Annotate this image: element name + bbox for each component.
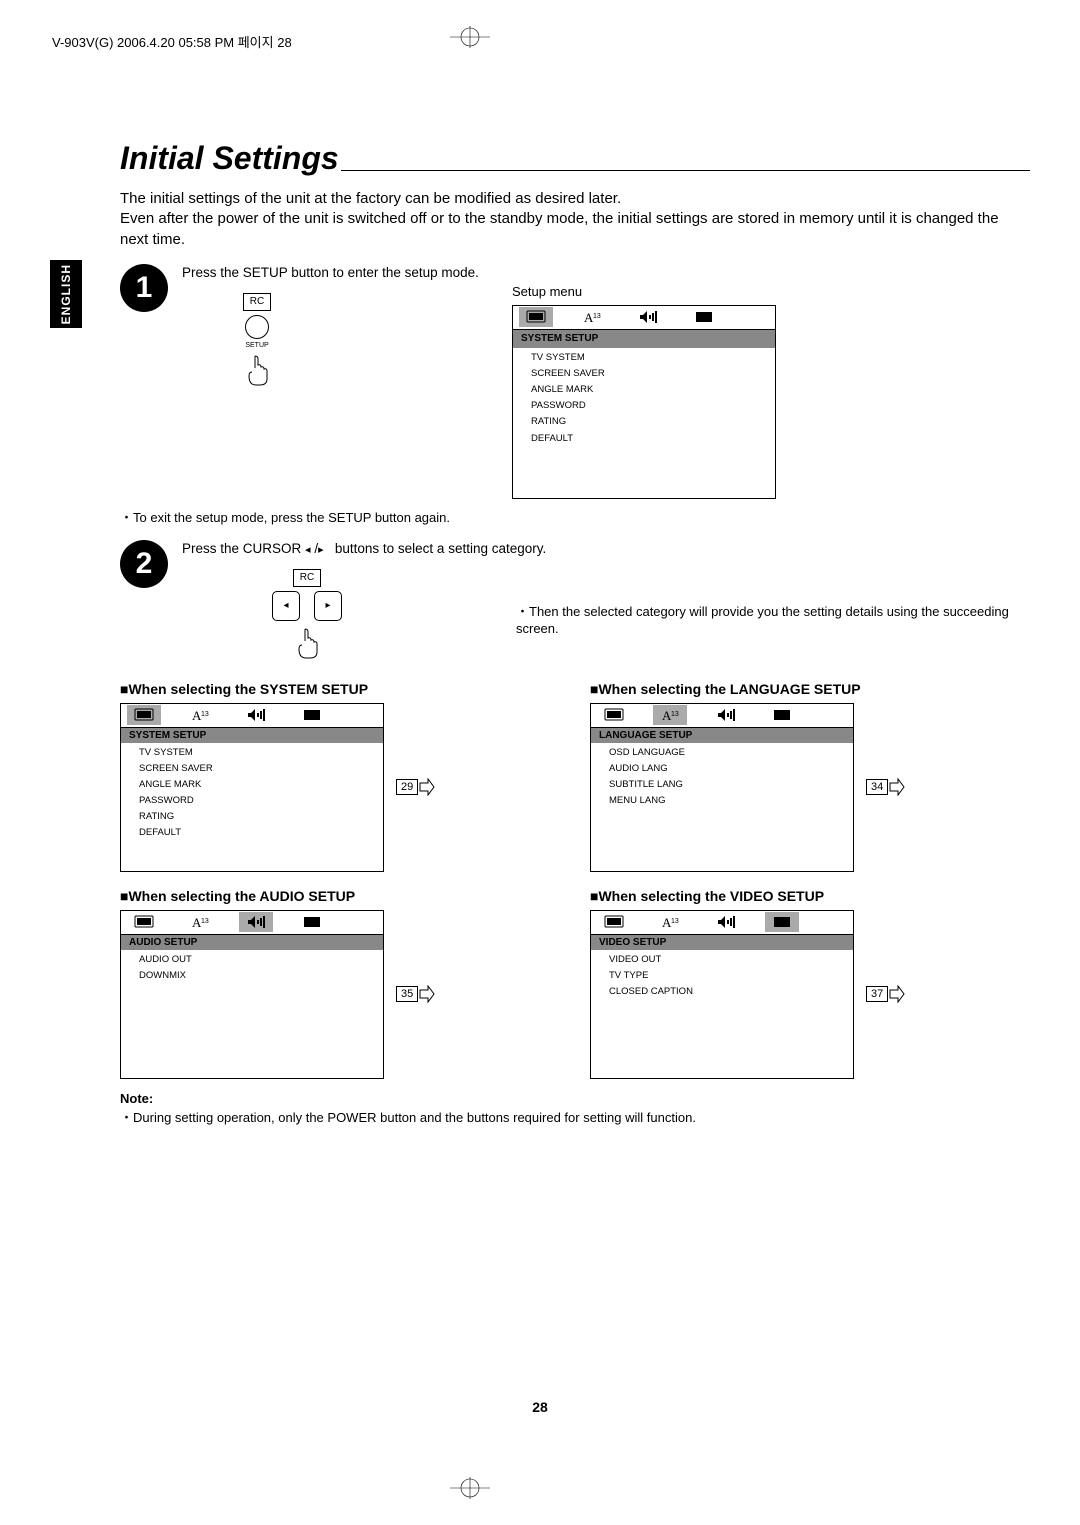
page-ref: 29 — [396, 778, 435, 796]
footer-note: Note: ・During setting operation, only th… — [120, 1089, 1030, 1128]
step-1-badge: 1 — [120, 264, 168, 312]
screen-items: VIDEO OUTTV TYPECLOSED CAPTION — [591, 950, 853, 1078]
svg-text:13: 13 — [671, 918, 679, 925]
screen-title: AUDIO SETUP — [121, 935, 383, 950]
screen-title: LANGUAGE SETUP — [591, 728, 853, 743]
grid-cell: ■When selecting the SYSTEM SETUP A13 SYSTE… — [120, 681, 500, 872]
svg-text:13: 13 — [201, 918, 209, 925]
tab-system-icon — [127, 705, 161, 725]
setup-button-icon — [245, 315, 269, 339]
tab-system-icon — [127, 912, 161, 932]
tab-audio-icon — [239, 912, 273, 932]
rc-label: RC — [293, 569, 321, 587]
hand-pointer-icon — [294, 627, 320, 659]
page-ref: 37 — [866, 985, 905, 1003]
screen-items: TV SYSTEM SCREEN SAVER ANGLE MARK PASSWO… — [513, 348, 775, 498]
setup-grid: ■When selecting the SYSTEM SETUP A13 SYSTE… — [120, 681, 1030, 1079]
screen-title: SYSTEM SETUP — [513, 330, 775, 348]
setup-screen-main: A13 SYSTEM SETUP TV SYSTEM SCREEN SAVER … — [512, 305, 776, 499]
tab-audio-icon — [239, 705, 273, 725]
grid-cell: ■When selecting the AUDIO SETUP A13 AUDIO … — [120, 888, 500, 1079]
rc-label: RC — [243, 293, 271, 311]
tab-system-icon — [597, 912, 631, 932]
step-2-text: Press the CURSOR / buttons to select a s… — [182, 540, 1030, 559]
setup-screen: A13 LANGUAGE SETUPOSD LANGUAGEAUDIO LANGS… — [590, 703, 854, 872]
screen-title: VIDEO SETUP — [591, 935, 853, 950]
step-1-text: Press the SETUP button to enter the setu… — [182, 264, 1030, 283]
setup-menu-label: Setup menu — [512, 283, 1030, 301]
grid-cell: ■When selecting the LANGUAGE SETUP A13 LAN… — [590, 681, 970, 872]
screen-title: SYSTEM SETUP — [121, 728, 383, 743]
step-1-exit-note: ・To exit the setup mode, press the SETUP… — [120, 507, 1030, 526]
tab-video-icon — [687, 307, 721, 327]
tab-video-icon — [295, 912, 329, 932]
tab-language-icon: A13 — [653, 705, 687, 725]
tab-language-icon: A13 — [653, 912, 687, 932]
cursor-left-button-icon: ◂ — [272, 591, 300, 621]
grid-heading: ■When selecting the VIDEO SETUP — [590, 888, 970, 904]
screen-items: TV SYSTEMSCREEN SAVERANGLE MARKPASSWORDR… — [121, 743, 383, 871]
tab-system-icon — [519, 307, 553, 327]
tab-video-icon — [295, 705, 329, 725]
tab-language-icon: A13 — [183, 912, 217, 932]
crop-mark-bottom-icon — [440, 1477, 500, 1499]
setup-screen: A13 SYSTEM SETUPTV SYSTEMSCREEN SAVERANGL… — [120, 703, 384, 872]
cursor-right-button-icon: ▸ — [314, 591, 342, 621]
hand-pointer-icon — [244, 354, 270, 386]
cursor-left-glyph — [305, 541, 311, 556]
intro-text: The initial settings of the unit at the … — [120, 189, 1022, 250]
setup-caption: SETUP — [245, 341, 268, 351]
svg-text:13: 13 — [671, 711, 679, 718]
setup-screen: A13 VIDEO SETUPVIDEO OUTTV TYPECLOSED CAP… — [590, 910, 854, 1079]
svg-text:13: 13 — [593, 313, 601, 320]
doc-header: V-903V(G) 2006.4.20 05:58 PM 페이지 28 — [52, 32, 292, 51]
tab-video-icon — [765, 705, 799, 725]
grid-heading: ■When selecting the AUDIO SETUP — [120, 888, 500, 904]
screen-items: OSD LANGUAGEAUDIO LANGSUBTITLE LANGMENU … — [591, 743, 853, 871]
setup-screen: A13 AUDIO SETUPAUDIO OUTDOWNMIX — [120, 910, 384, 1079]
title-rule — [341, 170, 1030, 171]
page-ref: 35 — [396, 985, 435, 1003]
page-number: 28 — [532, 1399, 548, 1415]
cursor-right-glyph — [318, 541, 324, 556]
grid-heading: ■When selecting the SYSTEM SETUP — [120, 681, 500, 697]
svg-text:13: 13 — [201, 711, 209, 718]
grid-heading: ■When selecting the LANGUAGE SETUP — [590, 681, 970, 697]
crop-mark-top-icon — [440, 26, 500, 48]
tab-system-icon — [597, 705, 631, 725]
tab-language-icon: A13 — [575, 307, 609, 327]
page-title: Initial Settings — [120, 140, 341, 177]
grid-cell: ■When selecting the VIDEO SETUP A13 VIDEO … — [590, 888, 970, 1079]
tab-audio-icon — [709, 912, 743, 932]
tab-audio-icon — [709, 705, 743, 725]
screen-items: AUDIO OUTDOWNMIX — [121, 950, 383, 1078]
tab-video-icon — [765, 912, 799, 932]
step-2-badge: 2 — [120, 540, 168, 588]
tab-audio-icon — [631, 307, 665, 327]
step-2-follow-note: ・Then the selected category will provide… — [516, 603, 1030, 638]
page-ref: 34 — [866, 778, 905, 796]
tab-language-icon: A13 — [183, 705, 217, 725]
